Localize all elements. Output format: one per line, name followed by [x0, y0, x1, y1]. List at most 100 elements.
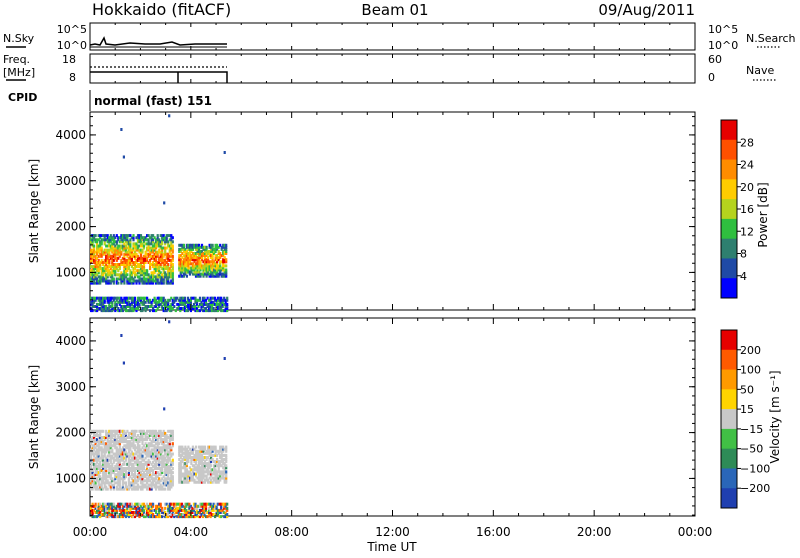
ytick-label: 3000: [55, 380, 86, 394]
scatter-cell: [146, 269, 149, 273]
colorbar-cell: [721, 278, 737, 299]
scatter-cell: [226, 296, 229, 300]
beam-title: Beam 01: [361, 1, 428, 19]
noise-tick-high-left: 10^5: [57, 23, 87, 36]
colorbar-tick-label: 50: [740, 383, 754, 396]
scatter-cell: [159, 502, 162, 506]
nave-tick-high: 60: [708, 53, 722, 66]
colorbar-cell: [721, 369, 737, 390]
colorbar-tick-label: 100: [740, 364, 761, 377]
colorbar-cell: [721, 179, 737, 200]
scatter-cell: [132, 234, 135, 238]
scatter-cell: [171, 263, 174, 266]
scatter-cell: [133, 296, 137, 300]
scatter-cell: [225, 268, 228, 272]
scatter-cell: [117, 281, 120, 285]
power-panel: 4000 3000 2000 1000 Slant Range [km] 28 24 20…: [27, 111, 770, 313]
scatter-cell: [173, 305, 176, 308]
isolated-echo: [122, 361, 125, 365]
xtick-label: 04:00: [174, 525, 209, 539]
colorbar-cell: [721, 199, 737, 220]
scatter-cell: [138, 444, 141, 448]
scatter-cell: [164, 506, 167, 510]
scatter-cell: [171, 254, 174, 258]
scatter-cell: [167, 263, 170, 266]
ytick-label: 4000: [55, 334, 86, 348]
colorbar-cell: [721, 349, 737, 371]
xtick-label: 08:00: [274, 525, 309, 539]
xtick-label: 00:00: [678, 525, 713, 539]
nave-tick-low: 0: [708, 71, 715, 84]
isolated-echo: [120, 128, 123, 131]
scatter-cell: [226, 506, 229, 510]
colorbar-cell: [721, 468, 737, 489]
colorbar-tick-label: 16: [740, 203, 754, 216]
xtick-label: 20:00: [577, 525, 612, 539]
scatter-cell: [225, 445, 228, 449]
colorbar-tick-label: 24: [740, 159, 754, 172]
colorbar-tick-label: −200: [740, 482, 770, 495]
scatter-cell: [102, 429, 105, 433]
scatter-cell: [171, 467, 174, 470]
colorbar-cell: [721, 428, 737, 450]
scatter-cell: [220, 515, 223, 519]
scatter-cell: [225, 453, 228, 457]
xtick-label: 12:00: [375, 525, 410, 539]
isolated-echo: [168, 114, 171, 118]
scatter-cell: [171, 471, 174, 475]
scatter-cell: [152, 502, 155, 506]
colorbar-cell: [721, 389, 737, 410]
velocity-data: [90, 320, 229, 519]
scatter-cell: [225, 264, 228, 268]
scatter-cell: [171, 475, 174, 479]
scatter-cell: [156, 234, 159, 238]
superdarn-summary-plot: Hokkaido (fitACF) Beam 01 09/Aug/2011 N.…: [0, 0, 800, 554]
colorbar-cell: [721, 218, 737, 240]
colorbar-tick-label: 12: [740, 225, 754, 238]
scatter-cell: [225, 464, 228, 468]
xaxis-label: Time UT: [366, 540, 417, 554]
colorbar-cell: [721, 139, 737, 161]
isolated-echo: [120, 334, 123, 337]
freq-tick-high: 18: [62, 53, 76, 66]
isolated-echo: [223, 151, 226, 154]
scatter-cell: [182, 243, 185, 247]
ytick-label: 1000: [55, 265, 86, 279]
xtick-label: 16:00: [476, 525, 511, 539]
nsearch-label: N.Search: [746, 32, 796, 45]
scatter-cell: [171, 429, 174, 433]
noise-trace: [89, 36, 227, 46]
scatter-cell: [194, 445, 198, 449]
isolated-echo: [168, 320, 171, 324]
scatter-cell: [171, 240, 174, 244]
colorbar-cell: [721, 488, 737, 509]
scatter-cell: [112, 502, 115, 506]
date-title: 09/Aug/2011: [598, 1, 695, 19]
frequency-panel: Freq. [MHz] Nave 18 8 60 0: [3, 53, 776, 84]
scatter-cell: [210, 464, 213, 468]
power-data: [90, 114, 229, 313]
scatter-cell: [183, 296, 186, 300]
cpid-label: CPID: [8, 91, 37, 104]
scatter-cell: [226, 513, 229, 516]
noise-tick-low-right: 10^0: [708, 39, 738, 52]
freq-tick-low: 8: [69, 71, 76, 84]
power-colorbar: 28 24 20 16 12 8 4: [720, 119, 754, 299]
station-title: Hokkaido (fitACF): [92, 0, 231, 19]
noise-tick-low-left: 10^0: [57, 39, 87, 52]
scatter-cell: [185, 274, 188, 278]
scatter-cell: [226, 502, 229, 506]
freq-unit: [MHz]: [3, 66, 35, 79]
ytick-label: 3000: [55, 174, 86, 188]
nsky-label: N.Sky: [3, 32, 35, 45]
colorbar-cell: [721, 258, 737, 279]
scatter-cell: [111, 448, 114, 452]
scatter-cell: [205, 245, 208, 249]
colorbar-cell: [721, 409, 737, 430]
plot-canvas: Hokkaido (fitACF) Beam 01 09/Aug/2011 N.…: [3, 0, 796, 554]
scatter-cell: [225, 258, 228, 262]
velocity-colorbar-label: Velocity [m s⁻¹]: [768, 370, 782, 463]
xtick-label: 00:00: [73, 525, 108, 539]
scatter-cell: [214, 445, 217, 449]
scatter-cell: [203, 445, 207, 449]
